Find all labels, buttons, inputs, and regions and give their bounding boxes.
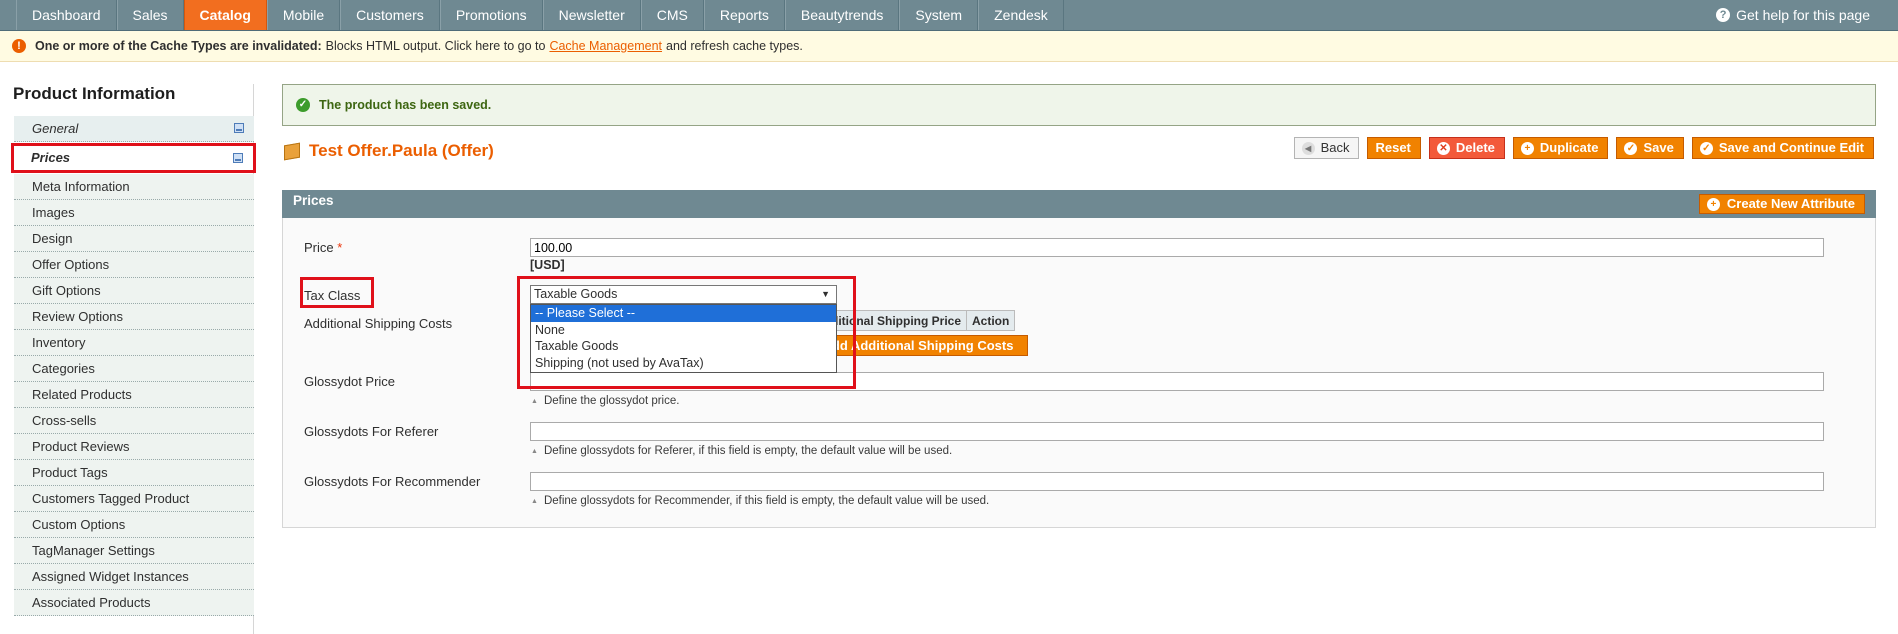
sidebar-item-customers-tagged-product[interactable]: Customers Tagged Product [14, 486, 254, 512]
sidebar-item-review-options[interactable]: Review Options [14, 304, 254, 330]
sidebar-item-cross-sells[interactable]: Cross-sells [14, 408, 254, 434]
glossydot-price-hint: Define the glossydot price. [531, 395, 680, 407]
sidebar-item-inventory[interactable]: Inventory [14, 330, 254, 356]
plus-icon: + [1706, 197, 1720, 211]
sidebar-item-general[interactable]: General [14, 116, 254, 142]
section-header: Prices + Create New Attribute [282, 190, 1876, 218]
success-message: ✓ The product has been saved. [282, 84, 1876, 126]
notice-bold: One or more of the Cache Types are inval… [35, 39, 322, 53]
sidebar-item-related-products[interactable]: Related Products [14, 382, 254, 408]
nav-reports[interactable]: Reports [703, 0, 785, 30]
column-header-action: Action [966, 310, 1016, 331]
save-continue-label: Save and Continue Edit [1718, 140, 1864, 155]
nav-zendesk[interactable]: Zendesk [978, 0, 1064, 30]
notice-text: Blocks HTML output. Click here to go to [325, 39, 546, 53]
check-icon: ✓ [296, 98, 310, 112]
nav-cms[interactable]: CMS [640, 0, 704, 30]
changed-icon [234, 123, 244, 133]
check-icon: ✓ [1624, 141, 1638, 155]
sidebar-item-design[interactable]: Design [14, 226, 254, 252]
cache-management-link[interactable]: Cache Management [549, 39, 662, 53]
help-icon: ? [1716, 8, 1731, 22]
sidebar-item-assigned-widget-instances[interactable]: Assigned Widget Instances [14, 564, 254, 590]
plus-icon: + [1520, 141, 1534, 155]
help-label: Get help for this page [1736, 7, 1870, 23]
changed-icon [233, 153, 243, 163]
duplicate-button[interactable]: + Duplicate [1512, 137, 1609, 159]
notice-text-end: and refresh cache types. [666, 39, 803, 53]
reset-button[interactable]: Reset [1367, 137, 1421, 159]
top-navigation: Dashboard Sales Catalog Mobile Customers… [0, 0, 1898, 31]
tax-class-highlight [300, 277, 374, 308]
sidebar-item-tagmanager-settings[interactable]: TagManager Settings [14, 538, 254, 564]
section-title: Prices [293, 193, 334, 208]
sidebar-item-associated-products[interactable]: Associated Products [14, 590, 254, 616]
referer-hint: Define glossydots for Referer, if this f… [531, 445, 952, 457]
sidebar-item-meta-information[interactable]: Meta Information [14, 174, 254, 200]
sidebar-item-offer-options[interactable]: Offer Options [14, 252, 254, 278]
nav-customers[interactable]: Customers [340, 0, 440, 30]
save-button[interactable]: ✓ Save [1616, 137, 1684, 159]
check-icon: ✓ [1699, 141, 1713, 155]
tax-dropdown-highlight [517, 276, 856, 389]
cache-notice: ! One or more of the Cache Types are inv… [0, 31, 1898, 62]
save-label: Save [1643, 140, 1674, 155]
additional-shipping-label: Additional Shipping Costs [304, 316, 453, 331]
recommender-input[interactable] [530, 472, 1824, 491]
price-input[interactable] [530, 238, 1824, 257]
sidebar-item-label: General [32, 121, 79, 136]
sidebar-item-images[interactable]: Images [14, 200, 254, 226]
duplicate-label: Duplicate [1539, 140, 1599, 155]
sidebar-item-categories[interactable]: Categories [14, 356, 254, 382]
create-attribute-label: Create New Attribute [1726, 196, 1855, 211]
price-label-text: Price [304, 240, 334, 255]
back-button[interactable]: ◀ Back [1293, 137, 1360, 159]
product-title-text: Test Offer.Paula (Offer) [309, 141, 494, 160]
page-title: Test Offer.Paula (Offer) [284, 141, 494, 161]
sidebar-item-custom-options[interactable]: Custom Options [14, 512, 254, 538]
sidebar-item-prices[interactable]: Prices [11, 143, 256, 173]
sidebar-title: Product Information [13, 84, 176, 103]
referer-input[interactable] [530, 422, 1824, 441]
action-buttons: ◀ Back Reset ✕ Delete + Duplicate ✓ Save ✓ Sa… [1293, 137, 1874, 159]
nav-catalog[interactable]: Catalog [183, 0, 267, 30]
price-label: Price * [304, 240, 342, 255]
success-text: The product has been saved. [319, 98, 492, 112]
currency-label: [USD] [530, 258, 565, 272]
nav-system[interactable]: System [899, 0, 979, 30]
reset-label: Reset [1375, 140, 1411, 155]
nav-dashboard[interactable]: Dashboard [16, 0, 117, 30]
help-link[interactable]: ? Get help for this page [1716, 0, 1870, 30]
sidebar-tabs: General Prices Meta Information Images D… [11, 116, 256, 616]
nav-promotions[interactable]: Promotions [439, 0, 543, 30]
recommender-label: Glossydots For Recommender [304, 474, 481, 489]
delete-button[interactable]: ✕ Delete [1428, 137, 1505, 159]
referer-label: Glossydots For Referer [304, 424, 439, 439]
glossydot-price-label: Glossydot Price [304, 374, 396, 389]
main-menu: Dashboard Sales Catalog Mobile Customers… [16, 0, 1064, 30]
back-arrow-icon: ◀ [1301, 141, 1315, 155]
error-icon: ! [12, 39, 26, 53]
nav-newsletter[interactable]: Newsletter [542, 0, 641, 30]
sidebar-item-product-tags[interactable]: Product Tags [14, 460, 254, 486]
delete-icon: ✕ [1436, 141, 1450, 155]
sidebar-item-gift-options[interactable]: Gift Options [14, 278, 254, 304]
nav-beautytrends[interactable]: Beautytrends [784, 0, 900, 30]
sidebar-item-label: Prices [31, 150, 71, 165]
recommender-hint: Define glossydots for Recommender, if th… [531, 495, 989, 507]
nav-mobile[interactable]: Mobile [266, 0, 341, 30]
product-box-icon [284, 142, 300, 160]
save-continue-button[interactable]: ✓ Save and Continue Edit [1691, 137, 1874, 159]
back-label: Back [1320, 140, 1350, 155]
delete-label: Delete [1455, 140, 1495, 155]
required-mark: * [337, 240, 343, 255]
sidebar-item-product-reviews[interactable]: Product Reviews [14, 434, 254, 460]
create-attribute-button[interactable]: + Create New Attribute [1698, 194, 1865, 214]
nav-sales[interactable]: Sales [116, 0, 184, 30]
